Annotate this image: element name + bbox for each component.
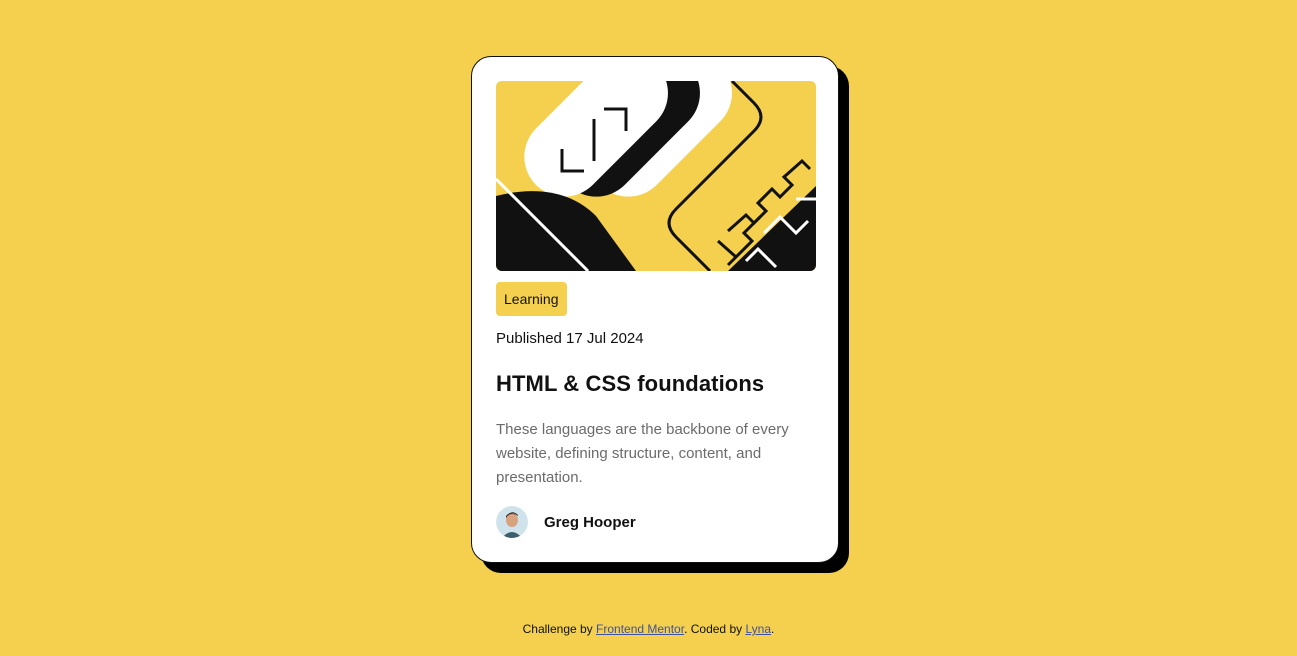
frontend-mentor-link[interactable]: Frontend Mentor — [596, 622, 684, 636]
avatar-icon — [496, 506, 528, 538]
card-description: These languages are the backbone of ever… — [496, 421, 789, 486]
attribution: Challenge by Frontend Mentor. Coded by L… — [0, 622, 1297, 636]
published-date: Published 17 Jul 2024 — [496, 330, 644, 347]
card-title[interactable]: HTML & CSS foundations — [496, 370, 814, 398]
abstract-illustration-icon — [496, 81, 816, 271]
attribution-suffix: . — [771, 622, 775, 636]
author-link[interactable]: Lyna — [745, 622, 771, 636]
hero-illustration — [496, 81, 816, 271]
attribution-prefix: Challenge by — [522, 622, 597, 636]
blog-preview-card: Learning Published 17 Jul 2024 HTML & CS… — [471, 56, 839, 563]
category-badge: Learning — [496, 282, 567, 316]
attribution-middle: . Coded by — [684, 622, 746, 636]
author-name: Greg Hooper — [544, 513, 636, 531]
author-row: Greg Hooper — [496, 506, 814, 538]
avatar — [496, 506, 528, 538]
